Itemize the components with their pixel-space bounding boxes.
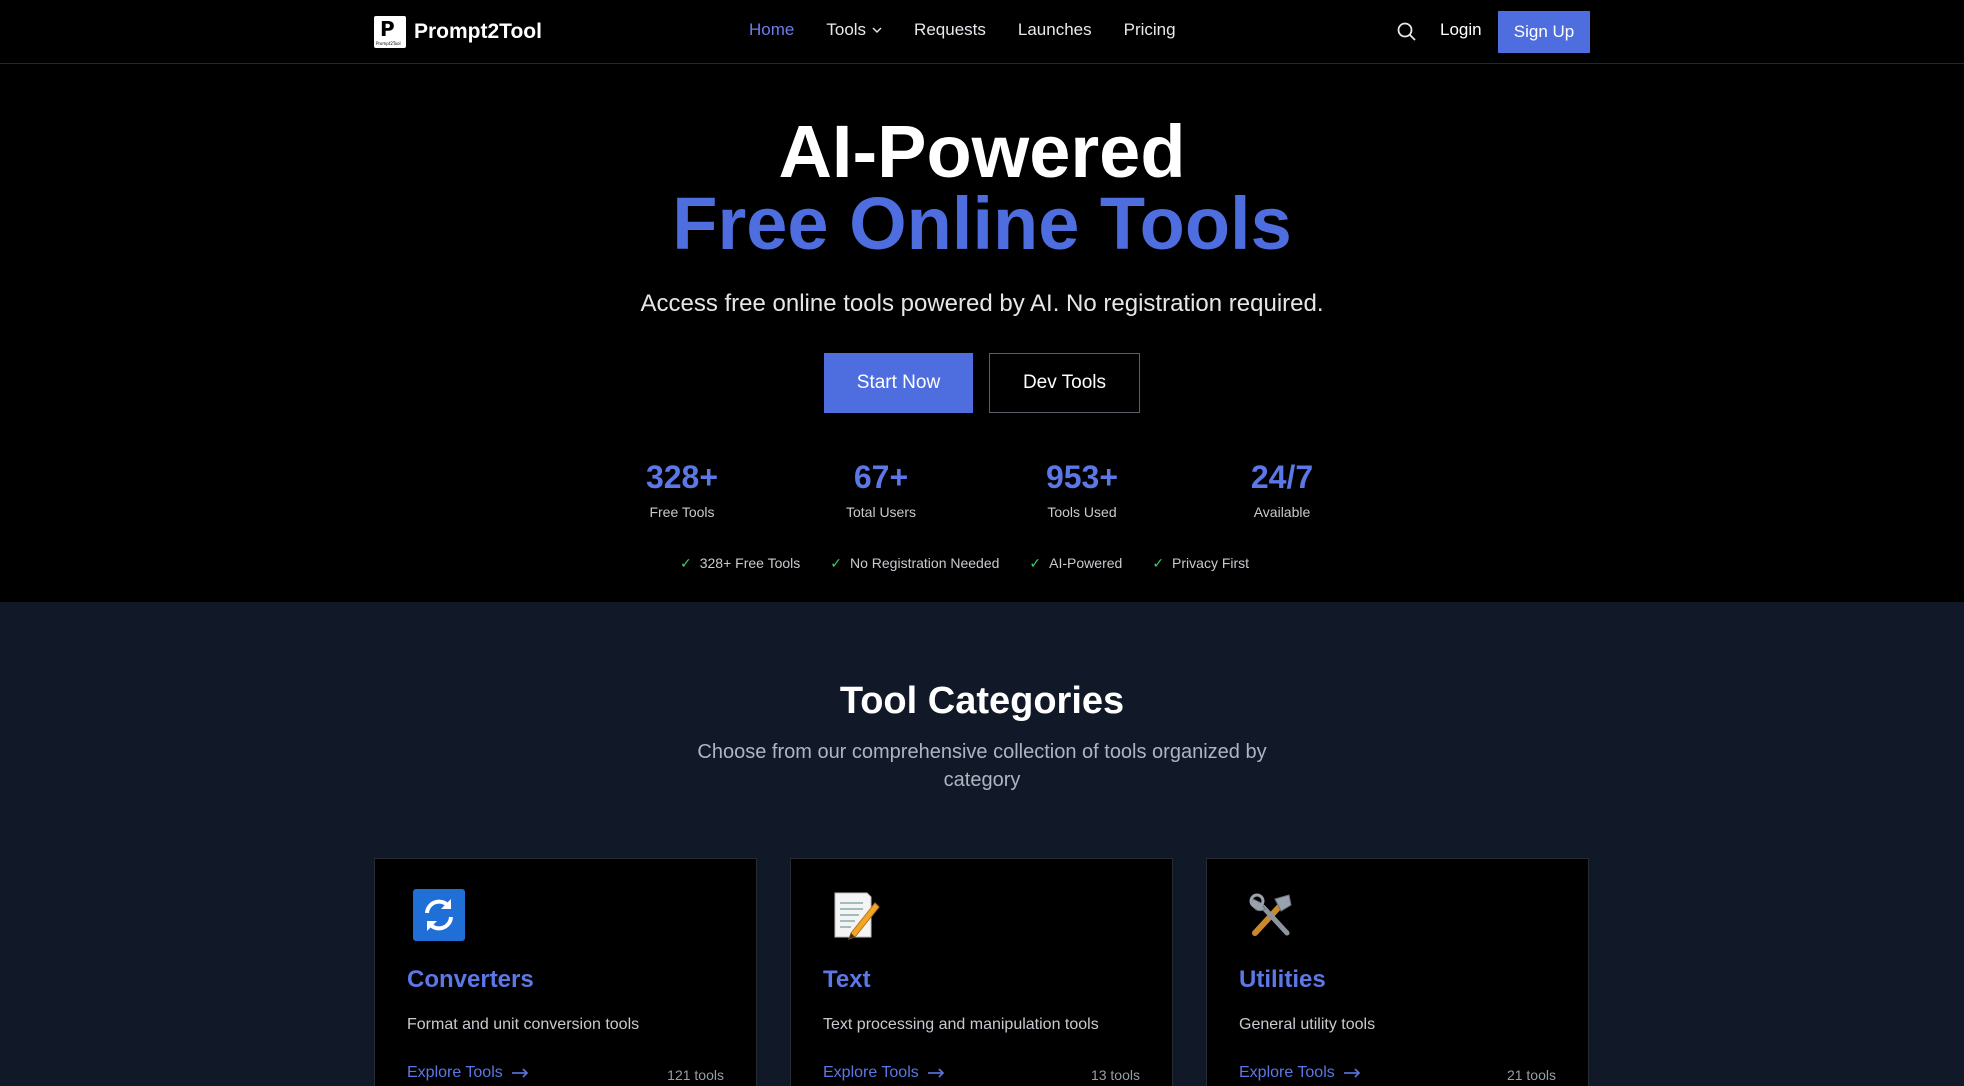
logo-mark-icon: P Prompt2Tool xyxy=(374,16,406,48)
stat-available: 24/7 Available xyxy=(1202,459,1362,520)
nav-home[interactable]: Home xyxy=(749,20,794,40)
section-subtitle: Choose from our comprehensive collection… xyxy=(697,741,1267,791)
nav-tools[interactable]: Tools xyxy=(826,20,882,40)
stat-value: 67+ xyxy=(853,459,909,495)
memo-icon xyxy=(834,892,880,940)
login-link[interactable]: Login xyxy=(1440,20,1482,40)
category-card-utilities[interactable]: Utilities General utility tools Explore … xyxy=(1206,858,1589,1086)
card-title: Converters xyxy=(407,966,534,993)
hero-title-line1: AI-Powered xyxy=(778,110,1186,193)
feature-item: ✓ AI-Powered xyxy=(1029,555,1123,571)
arrow-right-icon xyxy=(1343,1068,1360,1078)
arrow-right-icon xyxy=(927,1068,944,1078)
stat-free-tools: 328+ Free Tools xyxy=(602,459,762,520)
check-icon: ✓ xyxy=(1152,555,1165,571)
tools-icon xyxy=(1249,893,1292,936)
tool-categories-section: Tool Categories Choose from our comprehe… xyxy=(0,602,1964,1086)
stat-value: 953+ xyxy=(1045,459,1119,495)
check-icon: ✓ xyxy=(680,555,692,571)
card-description: Format and unit conversion tools xyxy=(407,1016,640,1033)
check-icon: ✓ xyxy=(1029,555,1042,571)
stat-value: 328+ xyxy=(645,459,719,495)
card-title: Text xyxy=(823,966,871,993)
stat-tools-used: 953+ Tools Used xyxy=(1002,459,1162,520)
feature-item: ✓ No Registration Needed xyxy=(830,555,1000,571)
stat-label: Tools Used xyxy=(1047,504,1117,520)
card-description: Text processing and manipulation tools xyxy=(823,1016,1099,1033)
card-title: Utilities xyxy=(1239,966,1326,993)
brand-logo[interactable]: P Prompt2Tool Prompt2Tool xyxy=(374,16,542,48)
dev-tools-button[interactable]: Dev Tools xyxy=(989,353,1140,413)
category-card-converters[interactable]: Converters Format and unit conversion to… xyxy=(374,858,757,1086)
explore-tools-link[interactable]: Explore Tools xyxy=(823,1064,945,1082)
check-icon: ✓ xyxy=(830,555,842,571)
card-description: General utility tools xyxy=(1239,1016,1376,1033)
nav-launches[interactable]: Launches xyxy=(1018,20,1092,40)
feature-item: ✓ Privacy First xyxy=(1152,555,1250,571)
nav-pricing[interactable]: Pricing xyxy=(1124,20,1176,40)
stat-label: Available xyxy=(1253,504,1311,520)
search-icon[interactable] xyxy=(1396,21,1418,43)
top-navbar: P Prompt2Tool Prompt2Tool Home Tools Req… xyxy=(0,0,1964,64)
stat-label: Total Users xyxy=(845,504,917,520)
refresh-icon xyxy=(413,889,465,941)
stat-value: 24/7 xyxy=(1250,459,1314,495)
tool-count: 21 tools xyxy=(1506,1067,1556,1083)
stat-total-users: 67+ Total Users xyxy=(801,459,961,520)
nav-tools-label: Tools xyxy=(826,20,867,39)
chevron-down-icon xyxy=(872,27,882,33)
signup-button[interactable]: Sign Up xyxy=(1498,11,1590,53)
nav-requests[interactable]: Requests xyxy=(914,20,986,40)
brand-name: Prompt2Tool xyxy=(414,20,542,43)
feature-item: ✓ 328+ Free Tools xyxy=(680,555,801,571)
hero-section: AI-Powered Free Online Tools Access free… xyxy=(0,65,1964,602)
hero-title-line2: Free Online Tools xyxy=(672,182,1292,265)
explore-tools-link[interactable]: Explore Tools xyxy=(407,1064,529,1082)
hero-subtitle: Access free online tools powered by AI. … xyxy=(640,290,1324,317)
start-now-button[interactable]: Start Now xyxy=(824,353,973,413)
tool-count: 13 tools xyxy=(1090,1067,1140,1083)
main-nav: Home Tools Requests Launches Pricing xyxy=(749,20,1176,40)
feature-list: ✓ 328+ Free Tools ✓ No Registration Needed… xyxy=(680,555,1249,572)
arrow-right-icon xyxy=(511,1068,528,1078)
tool-count: 121 tools xyxy=(667,1067,724,1083)
category-card-text[interactable]: Text Text processing and manipulation to… xyxy=(790,858,1173,1086)
stat-label: Free Tools xyxy=(649,504,715,520)
explore-tools-link[interactable]: Explore Tools xyxy=(1239,1064,1361,1082)
section-title: Tool Categories xyxy=(839,680,1125,722)
